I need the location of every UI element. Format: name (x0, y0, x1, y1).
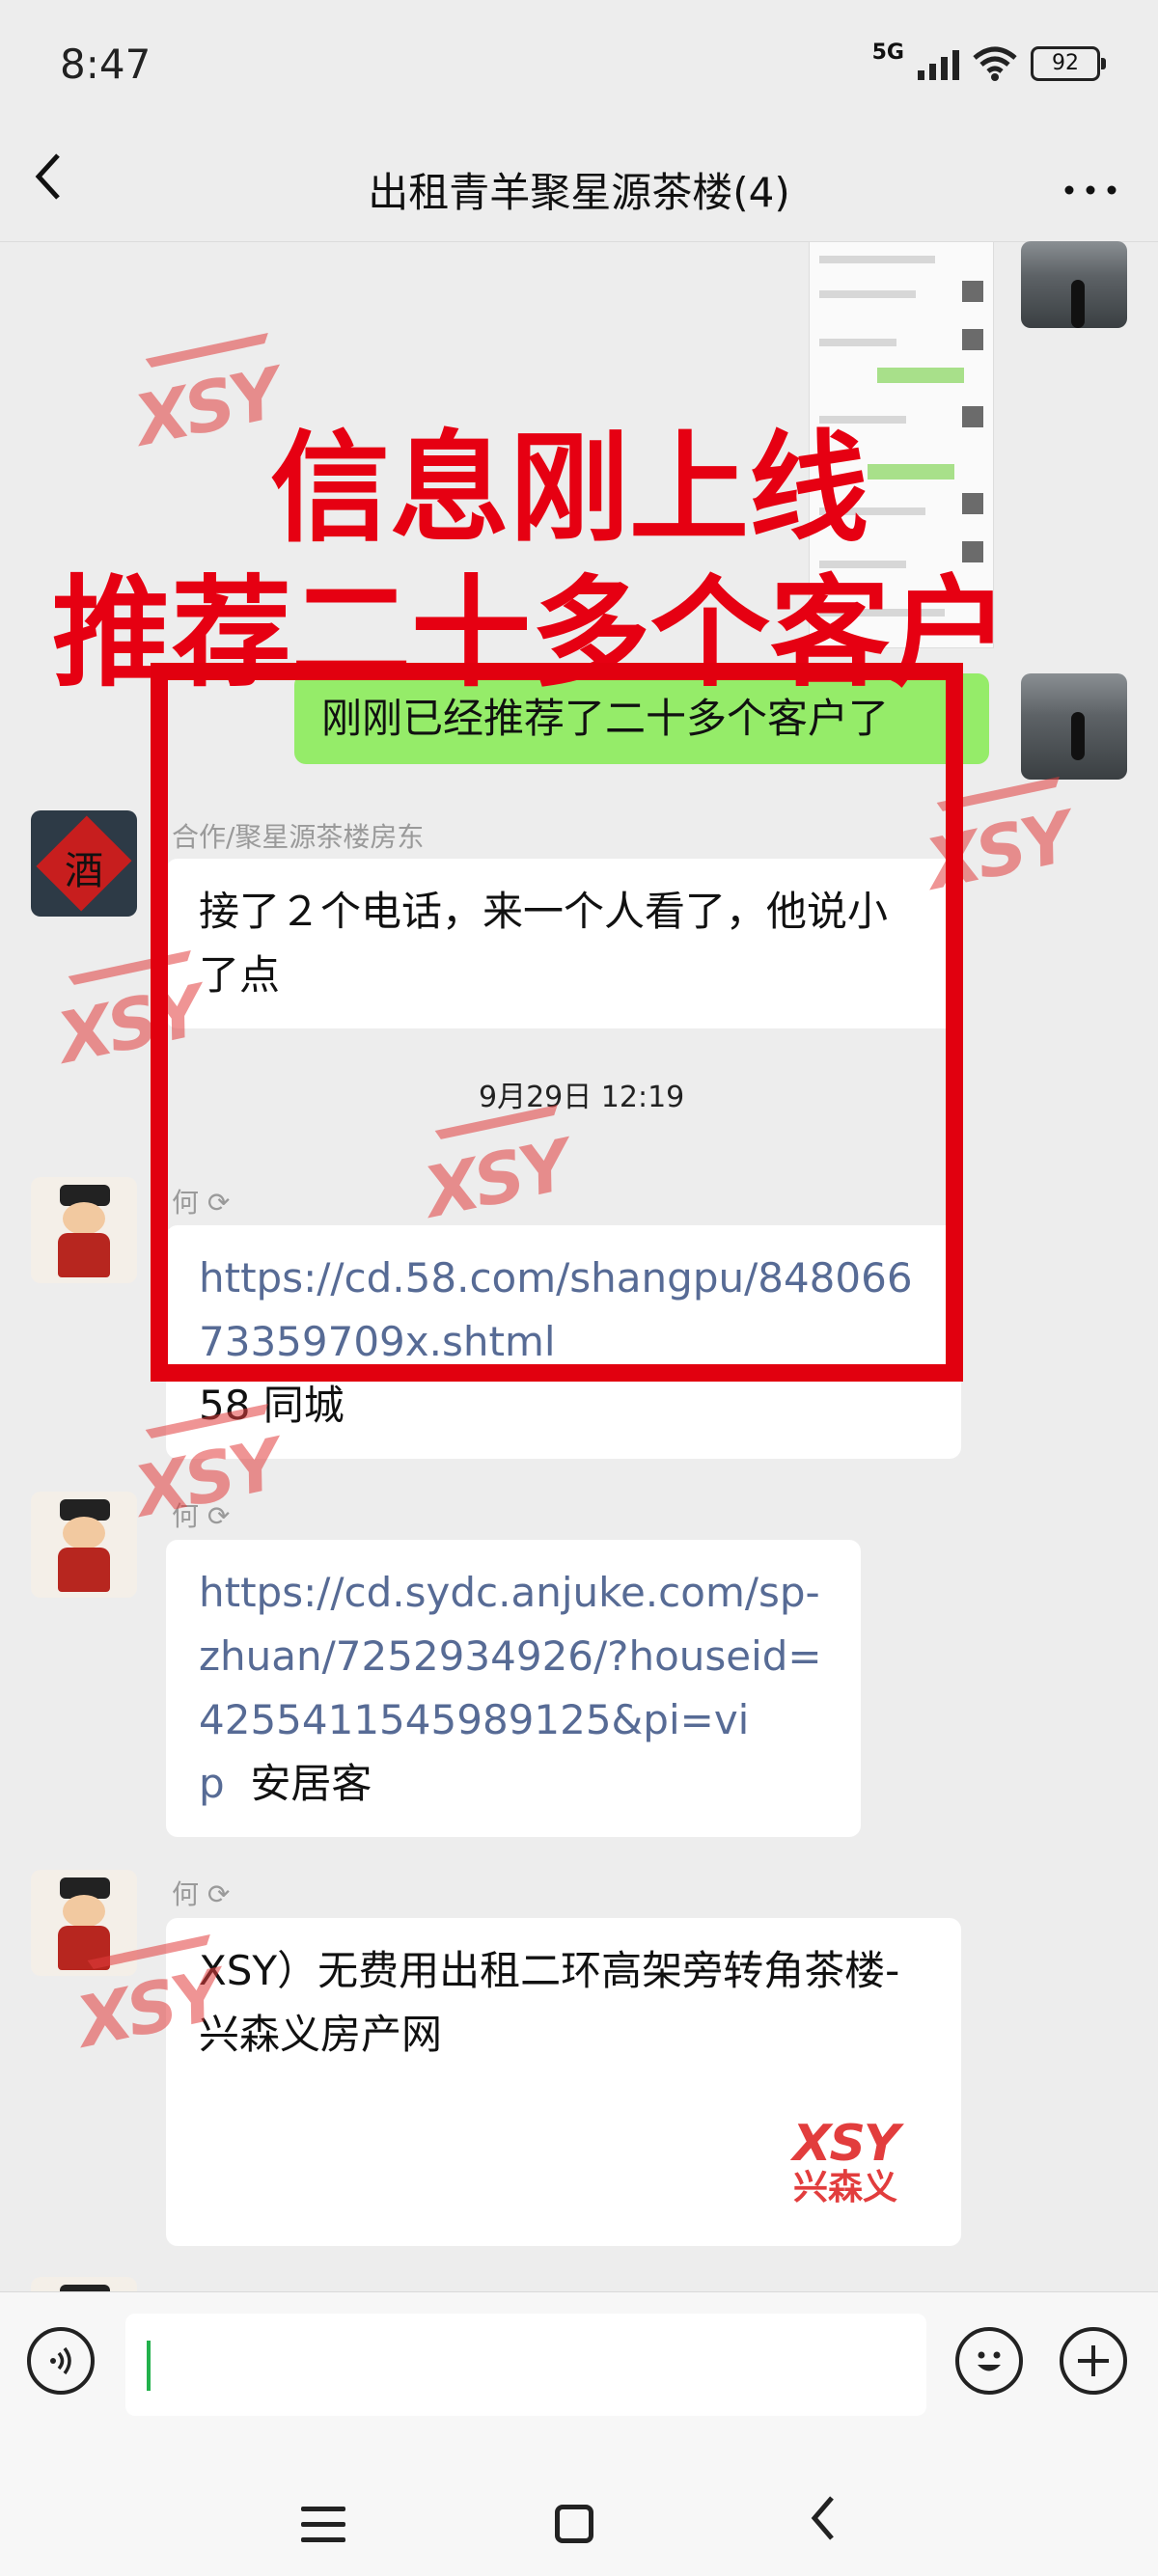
sender-name: 何 ⟳ (172, 1878, 231, 1910)
plus-icon[interactable] (1060, 2327, 1127, 2395)
wifi-icon (973, 46, 1017, 81)
home-icon[interactable] (555, 2505, 593, 2543)
avatar-he[interactable] (31, 1177, 137, 1283)
avatar-he[interactable] (31, 2277, 137, 2291)
signal-icon (918, 47, 959, 80)
avatar-landlord[interactable]: 酒 (31, 810, 137, 917)
system-nav-bar (0, 2422, 1158, 2576)
xsy-logo: XSY 兴森义 (792, 2115, 899, 2207)
message-input[interactable] (125, 2314, 926, 2416)
voice-icon[interactable] (27, 2327, 95, 2395)
card-title: XSY）无费用出租二环高架旁转角茶楼-兴森义房产网 (199, 1947, 900, 2058)
highlight-box (151, 663, 963, 1382)
more-dots-icon[interactable] (1062, 154, 1119, 212)
system-back-icon[interactable] (809, 2489, 838, 2557)
badge-icon: ⟳ (207, 1878, 231, 1910)
menu-icon[interactable] (301, 2507, 345, 2545)
status-time: 8:47 (60, 41, 152, 88)
chat-header: 出租青羊聚星源茶楼(4) (0, 135, 1158, 242)
network-label: 5G (871, 40, 904, 65)
chat-title: 出租青羊聚星源茶楼(4) (368, 169, 790, 216)
watermark-logo: XSY (127, 1423, 285, 1533)
input-bar (0, 2291, 1158, 2423)
avatar-he[interactable] (31, 1492, 137, 1598)
status-icons: 5G 92 (872, 41, 1106, 81)
message-bubble-link[interactable]: https://cd.sydc.anjuke.com/sp-zhuan/7252… (166, 1540, 861, 1837)
battery-icon: 92 (1031, 46, 1106, 81)
emoji-icon[interactable] (955, 2327, 1023, 2395)
link-source: 安居客 (250, 1760, 372, 1807)
status-bar: 8:47 5G 92 (0, 0, 1158, 135)
message-card[interactable]: XSY）无费用出租二环高架旁转角茶楼-兴森义房产网 XSY 兴森义 (166, 1918, 961, 2246)
chat-area[interactable]: 刚刚已经推荐了二十多个客户了 酒 合作/聚星源茶楼房东 接了２个电话，来一个人看… (0, 241, 1158, 2291)
avatar-self[interactable] (1021, 241, 1127, 328)
